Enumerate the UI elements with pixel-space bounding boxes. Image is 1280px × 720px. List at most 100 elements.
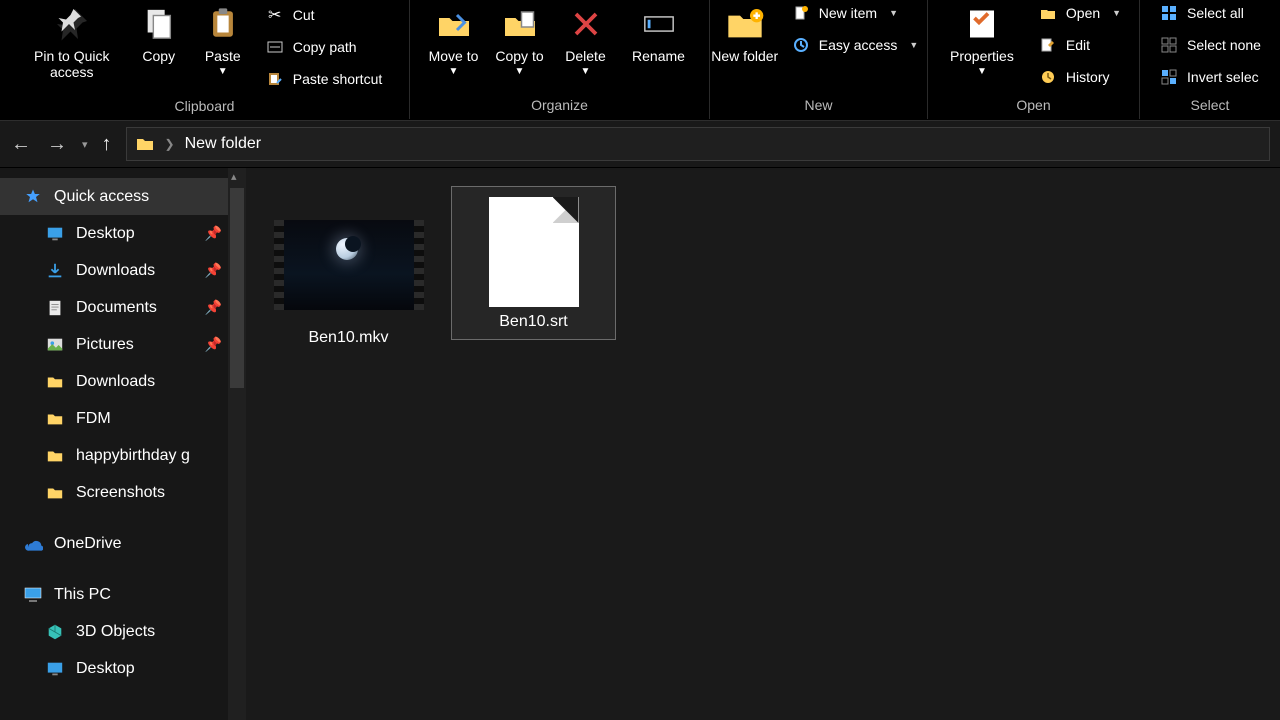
onedrive-label: OneDrive (54, 535, 122, 553)
sidebar-onedrive[interactable]: OneDrive (0, 525, 228, 562)
sidebar-quick-access[interactable]: Quick access (0, 178, 228, 215)
sidebar-item-label: happybirthday g (76, 447, 190, 465)
nav-tree: Quick access Desktop 📌 Downloads 📌 Docum… (0, 168, 228, 687)
back-button[interactable]: ← (10, 133, 32, 156)
sidebar-item-label: Desktop (76, 225, 135, 243)
sidebar-item-label: FDM (76, 410, 111, 428)
select-all-label: Select all (1187, 5, 1244, 21)
ribbon-group-clipboard: Pin to Quick access Copy Paste ▼ ✂ Cut (0, 0, 410, 119)
sidebar-item-pictures[interactable]: Pictures 📌 (0, 326, 228, 363)
this-pc-label: This PC (54, 586, 111, 604)
pin-to-quick-access-button[interactable]: Pin to Quick access (17, 0, 127, 90)
new-group-label: New (804, 93, 832, 119)
chevron-down-icon: ▼ (977, 66, 987, 77)
desktop-icon (44, 225, 66, 243)
copy-button[interactable]: Copy (127, 0, 191, 90)
new-item-button[interactable]: New item ▼ (787, 0, 923, 26)
file-tile-srt[interactable]: Ben10.srt (451, 186, 616, 340)
paste-shortcut-button[interactable]: Paste shortcut (261, 66, 387, 92)
sidebar-item-downloads-2[interactable]: Downloads (0, 363, 228, 400)
recent-locations-button[interactable]: ▾ (82, 138, 88, 151)
explorer-body: Quick access Desktop 📌 Downloads 📌 Docum… (0, 168, 1280, 720)
copy-to-button[interactable]: Copy to ▼ (487, 0, 553, 90)
cut-button[interactable]: ✂ Cut (261, 2, 387, 28)
chevron-down-icon: ▼ (218, 66, 228, 77)
paste-button[interactable]: Paste ▼ (191, 0, 255, 90)
sidebar-item-happybirthday[interactable]: happybirthday g (0, 437, 228, 474)
easy-access-label: Easy access (819, 37, 898, 53)
breadcrumb-current[interactable]: New folder (185, 135, 261, 153)
move-to-button[interactable]: Move to ▼ (421, 0, 487, 90)
open-button[interactable]: Open ▼ (1034, 0, 1125, 26)
pin-icon: 📌 (205, 299, 222, 316)
quick-access-label: Quick access (54, 188, 149, 206)
select-all-button[interactable]: Select all (1155, 0, 1265, 26)
invert-selection-label: Invert selec (1187, 69, 1259, 85)
folder-icon (44, 410, 66, 428)
up-button[interactable]: ↑ (102, 133, 112, 156)
paste-shortcut-label: Paste shortcut (293, 71, 383, 87)
scroll-up-icon: ▴ (231, 170, 237, 183)
file-tile-video[interactable]: Ben10.mkv (266, 186, 431, 356)
sidebar-item-fdm[interactable]: FDM (0, 400, 228, 437)
copy-label: Copy (142, 48, 175, 64)
this-pc-icon (22, 585, 44, 605)
ribbon-group-organize: Move to ▼ Copy to ▼ Delete ▼ (410, 0, 710, 119)
rename-button[interactable]: Rename (619, 0, 699, 90)
desktop-icon (44, 660, 66, 678)
invert-selection-button[interactable]: Invert selec (1155, 64, 1265, 90)
history-button[interactable]: History (1034, 64, 1125, 90)
scissors-icon: ✂ (265, 5, 285, 25)
select-none-button[interactable]: Select none (1155, 32, 1265, 58)
paste-label: Paste (205, 48, 241, 64)
edit-button[interactable]: Edit (1034, 32, 1125, 58)
folder-icon (44, 484, 66, 502)
sidebar-item-documents[interactable]: Documents 📌 (0, 289, 228, 326)
delete-button[interactable]: Delete ▼ (553, 0, 619, 90)
new-folder-button[interactable]: New folder (709, 0, 781, 90)
sidebar-item-3d-objects[interactable]: 3D Objects (0, 613, 228, 650)
properties-icon (964, 2, 1000, 46)
delete-label: Delete (565, 48, 605, 64)
select-none-label: Select none (1187, 37, 1261, 53)
organize-group-label: Organize (531, 93, 588, 119)
select-all-icon (1159, 5, 1179, 21)
forward-button[interactable]: → (46, 133, 68, 156)
file-thumbnail (459, 199, 609, 299)
3d-objects-icon (44, 623, 66, 641)
chevron-down-icon: ▼ (581, 66, 591, 77)
sidebar-item-pc-desktop[interactable]: Desktop (0, 650, 228, 687)
rename-label: Rename (632, 48, 685, 64)
sidebar-item-screenshots[interactable]: Screenshots (0, 474, 228, 511)
chevron-down-icon: ▼ (909, 40, 918, 50)
sidebar-this-pc[interactable]: This PC (0, 576, 228, 613)
delete-icon (571, 2, 601, 46)
open-group-label: Open (1016, 93, 1050, 119)
paste-shortcut-icon (265, 71, 285, 87)
folder-icon (135, 134, 155, 154)
sidebar-item-desktop[interactable]: Desktop 📌 (0, 215, 228, 252)
scrollbar-thumb[interactable] (230, 188, 244, 388)
sidebar-item-downloads[interactable]: Downloads 📌 (0, 252, 228, 289)
copy-path-label: Copy path (293, 39, 357, 55)
address-bar[interactable]: ❯ New folder (126, 127, 1270, 161)
copy-path-icon (265, 39, 285, 55)
easy-access-button[interactable]: Easy access ▼ (787, 32, 923, 58)
pin-icon: 📌 (205, 225, 222, 242)
ribbon-group-new: New folder New item ▼ Easy access ▼ (710, 0, 928, 119)
properties-button[interactable]: Properties ▼ (936, 0, 1028, 90)
sidebar-item-label: 3D Objects (76, 623, 155, 641)
file-name-label: Ben10.mkv (308, 329, 388, 347)
video-thumbnail (274, 215, 424, 315)
easy-access-icon (791, 37, 811, 53)
chevron-down-icon: ▼ (515, 66, 525, 77)
copy-path-button[interactable]: Copy path (261, 34, 387, 60)
star-icon (22, 188, 44, 206)
file-list[interactable]: Ben10.mkv Ben10.srt (246, 168, 1280, 720)
download-icon (44, 262, 66, 280)
history-label: History (1066, 69, 1110, 85)
select-group-label: Select (1191, 93, 1230, 119)
sidebar-item-label: Screenshots (76, 484, 165, 502)
sidebar-scrollbar[interactable]: ▴ (228, 168, 246, 720)
onedrive-icon (22, 534, 44, 554)
